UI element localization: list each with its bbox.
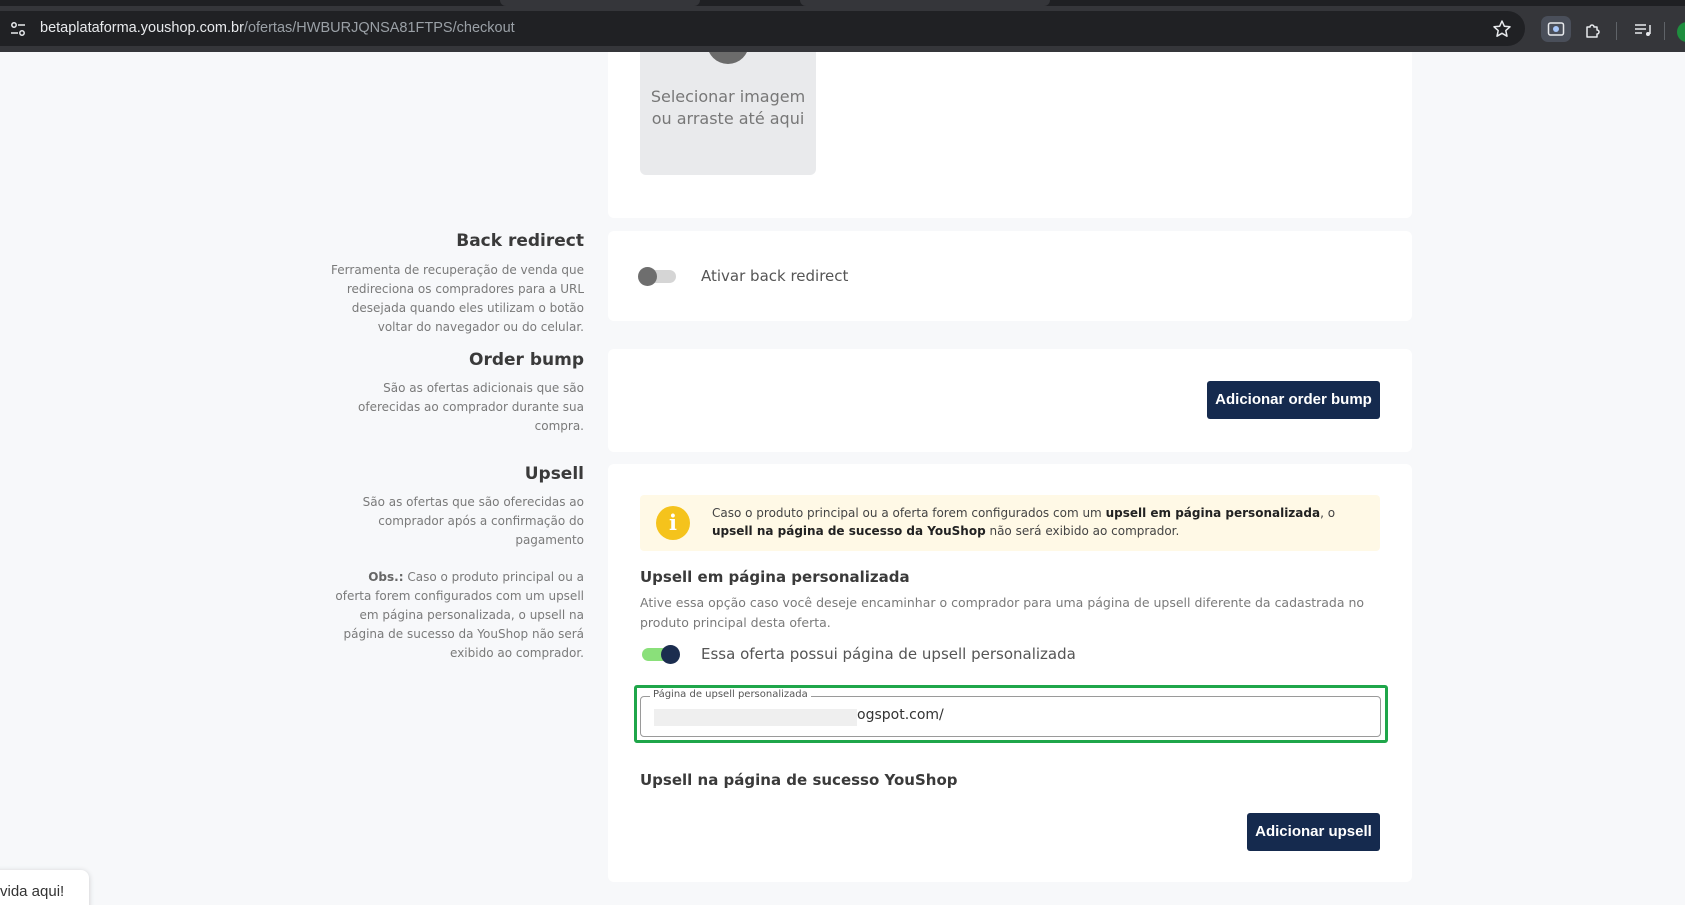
- image-dropzone-text: Selecionar imagem ou arraste até aqui: [650, 87, 806, 128]
- extensions-icon[interactable]: [1583, 19, 1605, 41]
- bookmark-star-icon[interactable]: [1492, 19, 1512, 39]
- image-dropzone[interactable]: Selecionar imagem ou arraste até aqui: [640, 52, 816, 175]
- order-bump-card: Adicionar order bump: [608, 349, 1412, 452]
- custom-upsell-url-field[interactable]: Página de upsell personalizada: [640, 689, 1381, 737]
- add-order-bump-button[interactable]: Adicionar order bump: [1207, 381, 1380, 419]
- back-redirect-toggle-label: Ativar back redirect: [701, 267, 849, 285]
- upsell-warning-alert: i Caso o produto principal ou a oferta f…: [640, 495, 1380, 551]
- add-upsell-button[interactable]: Adicionar upsell: [1247, 813, 1380, 851]
- toggle-knob: [638, 267, 657, 286]
- back-redirect-card: Ativar back redirect: [608, 231, 1412, 321]
- upsell-title: Upsell: [524, 464, 584, 484]
- custom-upsell-url-input[interactable]: [857, 707, 1357, 723]
- back-redirect-title: Back redirect: [456, 231, 584, 251]
- upsell-obs-note: Obs.: Caso o produto principal ou a ofer…: [330, 568, 584, 663]
- custom-upsell-description: Ative essa opção caso você deseje encami…: [640, 595, 1365, 630]
- alert-text: Caso o produto principal ou a oferta for…: [712, 506, 1336, 538]
- order-bump-description: São as ofertas adicionais que são oferec…: [358, 381, 584, 433]
- toolbar-divider: [1616, 22, 1617, 40]
- obs-label: Obs.:: [368, 570, 404, 584]
- redacted-url-segment: [654, 709, 857, 726]
- back-redirect-description: Ferramenta de recuperação de venda que r…: [331, 263, 584, 334]
- back-redirect-toggle[interactable]: [638, 267, 678, 286]
- help-chat-text: vida aqui!: [0, 883, 65, 900]
- help-chat-bubble[interactable]: vida aqui!: [0, 870, 89, 905]
- toolbar-divider: [1664, 22, 1665, 40]
- toggle-knob: [661, 645, 680, 664]
- custom-upsell-toggle-label: Essa oferta possui página de upsell pers…: [701, 645, 1076, 663]
- custom-upsell-url-label: Página de upsell personalizada: [650, 689, 811, 700]
- url-text[interactable]: betaplataforma.youshop.com.br/ofertas/HW…: [40, 20, 515, 36]
- checkout-settings-page: Selecionar imagem ou arraste até aqui Ba…: [0, 52, 1685, 905]
- custom-upsell-title: Upsell em página personalizada: [640, 568, 910, 586]
- custom-upsell-toggle[interactable]: [640, 645, 680, 664]
- site-settings-icon[interactable]: [9, 20, 27, 38]
- camera-icon: [1547, 22, 1565, 36]
- success-page-upsell-title: Upsell na página de sucesso YouShop: [640, 771, 958, 789]
- profile-avatar[interactable]: [1677, 22, 1685, 42]
- screen-capture-button[interactable]: [1541, 16, 1571, 42]
- order-bump-title: Order bump: [469, 350, 584, 370]
- omnibox[interactable]: betaplataforma.youshop.com.br/ofertas/HW…: [0, 11, 1525, 46]
- upsell-description: São as ofertas que são oferecidas ao com…: [362, 495, 584, 547]
- address-bar: betaplataforma.youshop.com.br/ofertas/HW…: [0, 6, 1685, 52]
- media-control-icon[interactable]: [1632, 19, 1654, 41]
- info-icon: i: [656, 506, 690, 540]
- add-image-icon: [707, 52, 749, 64]
